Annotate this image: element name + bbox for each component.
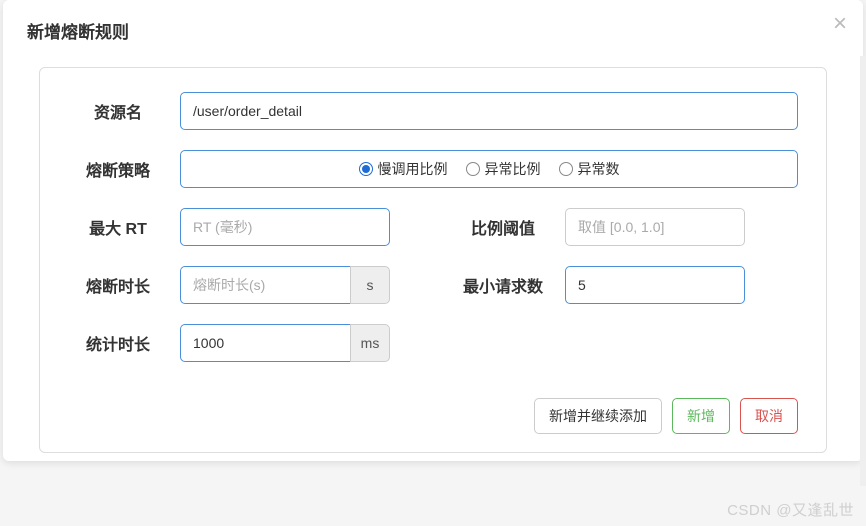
radio-label: 异常比例 xyxy=(485,159,541,179)
max-rt-input[interactable] xyxy=(180,208,390,246)
radio-error-count[interactable]: 异常数 xyxy=(559,159,620,179)
resource-input[interactable] xyxy=(180,92,798,130)
watermark: CSDN @又逢乱世 xyxy=(727,499,854,520)
radio-label: 慢调用比例 xyxy=(378,159,448,179)
modal-title: 新增熔断规则 xyxy=(27,18,839,43)
radio-icon xyxy=(559,162,573,176)
break-duration-input[interactable] xyxy=(180,266,350,304)
row-duration-minreq: 熔断时长 s 最小请求数 xyxy=(68,266,798,304)
ratio-threshold-input[interactable] xyxy=(565,208,745,246)
circuit-breaker-modal: × 新增熔断规则 资源名 熔断策略 慢调用比例 xyxy=(3,0,863,461)
modal-body: 资源名 熔断策略 慢调用比例 异常比例 xyxy=(3,43,863,461)
row-resource: 资源名 xyxy=(68,92,798,130)
radio-icon xyxy=(359,162,373,176)
modal-header: 新增熔断规则 xyxy=(3,0,863,43)
radio-error-ratio[interactable]: 异常比例 xyxy=(466,159,541,179)
add-button[interactable]: 新增 xyxy=(672,398,730,434)
row-strategy: 熔断策略 慢调用比例 异常比例 异常数 xyxy=(68,150,798,188)
min-request-input[interactable] xyxy=(565,266,745,304)
add-continue-button[interactable]: 新增并继续添加 xyxy=(534,398,662,434)
bg-strip xyxy=(860,56,866,486)
label-min-request: 最小请求数 xyxy=(453,273,565,297)
close-icon[interactable]: × xyxy=(833,12,847,36)
row-rt-ratio: 最大 RT 比例阈值 xyxy=(68,208,798,246)
strategy-radio-group: 慢调用比例 异常比例 异常数 xyxy=(180,150,798,188)
row-stat-duration: 统计时长 ms xyxy=(68,324,798,362)
form-panel: 资源名 熔断策略 慢调用比例 异常比例 xyxy=(39,67,827,453)
label-stat-duration: 统计时长 xyxy=(68,331,180,355)
stat-duration-input[interactable] xyxy=(180,324,350,362)
label-break-duration: 熔断时长 xyxy=(68,273,180,297)
unit-ms: ms xyxy=(350,324,390,362)
radio-icon xyxy=(466,162,480,176)
label-ratio-threshold: 比例阈值 xyxy=(453,215,565,239)
unit-seconds: s xyxy=(350,266,390,304)
radio-label: 异常数 xyxy=(578,159,620,179)
cancel-button[interactable]: 取消 xyxy=(740,398,798,434)
modal-footer: 新增并继续添加 新增 取消 xyxy=(68,382,798,440)
radio-slow-call[interactable]: 慢调用比例 xyxy=(359,159,448,179)
label-strategy: 熔断策略 xyxy=(68,157,180,181)
label-max-rt: 最大 RT xyxy=(68,215,180,239)
label-resource: 资源名 xyxy=(68,99,180,123)
